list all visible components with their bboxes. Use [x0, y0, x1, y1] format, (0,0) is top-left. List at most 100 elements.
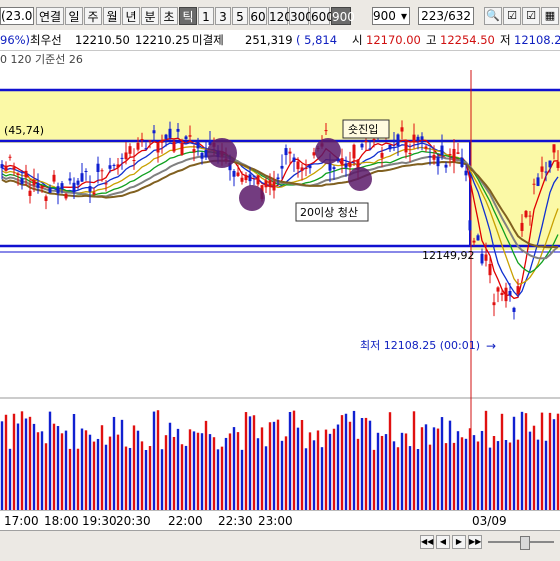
scroll-last-icon[interactable]: ▶▶	[468, 535, 482, 549]
candle-body	[32, 180, 36, 186]
volume-bar	[304, 448, 308, 510]
interval-button[interactable]: 5	[232, 7, 248, 25]
volume-bar	[124, 446, 128, 510]
grid-icon[interactable]: ▦	[541, 7, 559, 25]
interval-button[interactable]: 월	[103, 7, 121, 25]
signal-marker	[315, 138, 341, 164]
volume-bar	[32, 423, 36, 510]
volume-bar	[472, 435, 476, 510]
candle-body	[468, 220, 472, 231]
volume-bar	[516, 439, 520, 510]
candle-body	[144, 148, 148, 150]
candle-body	[420, 136, 424, 140]
candle-body	[364, 141, 368, 143]
interval-button[interactable]: 120	[268, 7, 292, 25]
candle-body	[312, 152, 316, 156]
interval-button[interactable]: 1	[198, 7, 214, 25]
time-tick-label: 23:00	[258, 514, 293, 528]
interval-button[interactable]: 연결	[36, 7, 64, 25]
candle-body	[408, 153, 412, 155]
price-chart[interactable]: (45,74) 숏진입 20이상 청산 12149,92 최저 12108.25…	[0, 70, 560, 510]
candle-body	[412, 134, 416, 142]
tick-interval-select[interactable]: 900 ▾	[372, 7, 410, 25]
zoom-slider-thumb[interactable]	[520, 536, 530, 550]
volume-bar	[536, 439, 540, 510]
checklist-icon[interactable]: ☑	[503, 7, 521, 25]
volume-bar	[76, 448, 80, 510]
candle-body	[132, 160, 136, 162]
volume-bar	[188, 429, 192, 510]
interval-button[interactable]: 300	[289, 7, 313, 25]
candle-body	[68, 178, 72, 181]
volume-bar	[68, 448, 72, 510]
exit-label: 20이상 청산	[300, 206, 358, 219]
chart-scrollbar[interactable]: ◀◀ ◀ ▶ ▶▶	[0, 530, 560, 561]
interval-button[interactable]: 60	[249, 7, 267, 25]
interval-button[interactable]: 주	[84, 7, 102, 25]
volume-bar	[416, 449, 420, 510]
volume-bar	[72, 413, 76, 510]
volume-bar	[136, 430, 140, 510]
volume-bar	[88, 434, 92, 510]
change-percent: 96%)	[0, 33, 31, 47]
candle-body	[300, 167, 304, 171]
interval-button[interactable]: 일	[65, 7, 83, 25]
volume-bar	[400, 432, 404, 510]
scroll-left-icon[interactable]: ◀	[436, 535, 450, 549]
interval-button[interactable]: 3	[215, 7, 231, 25]
interval-button[interactable]: 초	[160, 7, 178, 25]
level-label: (45,74)	[4, 124, 44, 137]
candle-body	[488, 264, 492, 276]
entry-label: 숏진입	[348, 123, 378, 136]
volume-bar	[520, 411, 524, 510]
open-interest-label: 미결제	[192, 33, 224, 47]
candle-body	[280, 165, 284, 169]
candle-body	[548, 160, 552, 168]
volume-bar	[56, 426, 60, 510]
symbol-combo[interactable]: (23.0	[0, 7, 34, 25]
candle-body	[372, 138, 376, 140]
volume-bar	[404, 433, 408, 510]
candle-body	[352, 144, 356, 159]
candle-body	[264, 180, 268, 188]
candle-body	[232, 171, 236, 177]
time-tick-label: 19:30	[82, 514, 117, 528]
candle-body	[268, 180, 272, 187]
candle-body	[192, 149, 196, 153]
best-ask-value: 12210.25	[135, 33, 190, 47]
interval-button[interactable]: 틱	[179, 7, 197, 25]
time-tick-label: 20:30	[116, 514, 151, 528]
time-tick-label: 17:00	[4, 514, 39, 528]
candle-body	[344, 163, 348, 168]
volume-bar	[196, 432, 200, 510]
candle-body	[0, 164, 4, 169]
volume-bar	[504, 440, 508, 510]
interval-button[interactable]: 분	[141, 7, 159, 25]
volume-bar	[112, 416, 116, 510]
interval-button[interactable]: 900	[331, 7, 355, 25]
interval-button[interactable]: 600	[310, 7, 334, 25]
time-tick-label: 22:30	[218, 514, 253, 528]
low-value: 12108.25	[514, 33, 560, 47]
candle-body	[360, 143, 364, 148]
volume-bar	[336, 424, 340, 510]
interval-button[interactable]: 년	[122, 7, 140, 25]
volume-bar	[260, 427, 264, 510]
low-arrow-icon: →	[486, 339, 496, 353]
volume-bar	[180, 444, 184, 510]
indicator-legend-text: 0 120 기준선 26	[0, 53, 83, 66]
candle-body	[464, 170, 468, 176]
checklist-icon[interactable]: ☑	[522, 7, 540, 25]
candle-body	[272, 181, 276, 191]
search-icon[interactable]: 🔍	[484, 7, 502, 25]
volume-bar	[40, 431, 44, 510]
page-counter[interactable]: 223/632	[418, 7, 474, 25]
scroll-first-icon[interactable]: ◀◀	[420, 535, 434, 549]
candle-body	[172, 141, 176, 152]
volume-bar	[116, 434, 120, 510]
candle-body	[516, 286, 520, 295]
volume-bar	[548, 412, 552, 510]
volume-bar	[172, 436, 176, 510]
volume-bar	[408, 446, 412, 510]
scroll-right-icon[interactable]: ▶	[452, 535, 466, 549]
